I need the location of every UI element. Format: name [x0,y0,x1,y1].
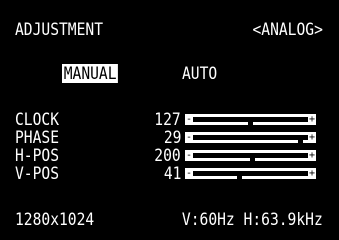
slider-track [193,153,308,161]
plus-icon: + [309,132,316,143]
mode-auto-option[interactable]: AUTO [182,65,217,83]
slider-thumb[interactable] [298,136,303,143]
setting-label: CLOCK [15,110,60,130]
setting-label: H-POS [15,146,60,166]
setting-value: 200 [154,146,181,166]
plus-icon: + [309,168,316,179]
setting-value: 41 [163,164,181,184]
slider-thumb[interactable] [248,118,253,125]
menu-title: ADJUSTMENT [15,20,104,40]
setting-slider[interactable]: - + [185,114,316,125]
setting-slider[interactable]: - + [185,132,316,143]
minus-icon: - [186,150,193,161]
minus-icon: - [186,168,193,179]
setting-row-v-pos[interactable]: V-POS 41 - + [0,165,339,183]
resolution-readout: 1280x1024 [15,210,95,230]
setting-row-phase[interactable]: PHASE 29 - + [0,129,339,147]
plus-icon: + [309,150,316,161]
plus-icon: + [309,114,316,125]
setting-label: PHASE [15,128,60,148]
setting-row-clock[interactable]: CLOCK 127 - + [0,111,339,129]
slider-thumb[interactable] [250,154,255,161]
mode-manual-option[interactable]: MANUAL [62,64,119,83]
slider-track [193,117,308,125]
minus-icon: - [186,114,193,125]
setting-value: 29 [163,128,181,148]
setting-slider[interactable]: - + [185,150,316,161]
setting-slider[interactable]: - + [185,168,316,179]
minus-icon: - [186,132,193,143]
osd-menu: ADJUSTMENT <ANALOG> MANUAL AUTO CLOCK 12… [0,0,339,240]
setting-label: V-POS [15,164,60,184]
setting-value: 127 [154,110,181,130]
slider-track [193,171,308,179]
slider-thumb[interactable] [237,172,242,179]
input-source: <ANALOG> [252,20,323,40]
frequency-readout: V:60Hz H:63.9kHz [182,210,323,230]
slider-track [193,135,308,143]
setting-row-h-pos[interactable]: H-POS 200 - + [0,147,339,165]
